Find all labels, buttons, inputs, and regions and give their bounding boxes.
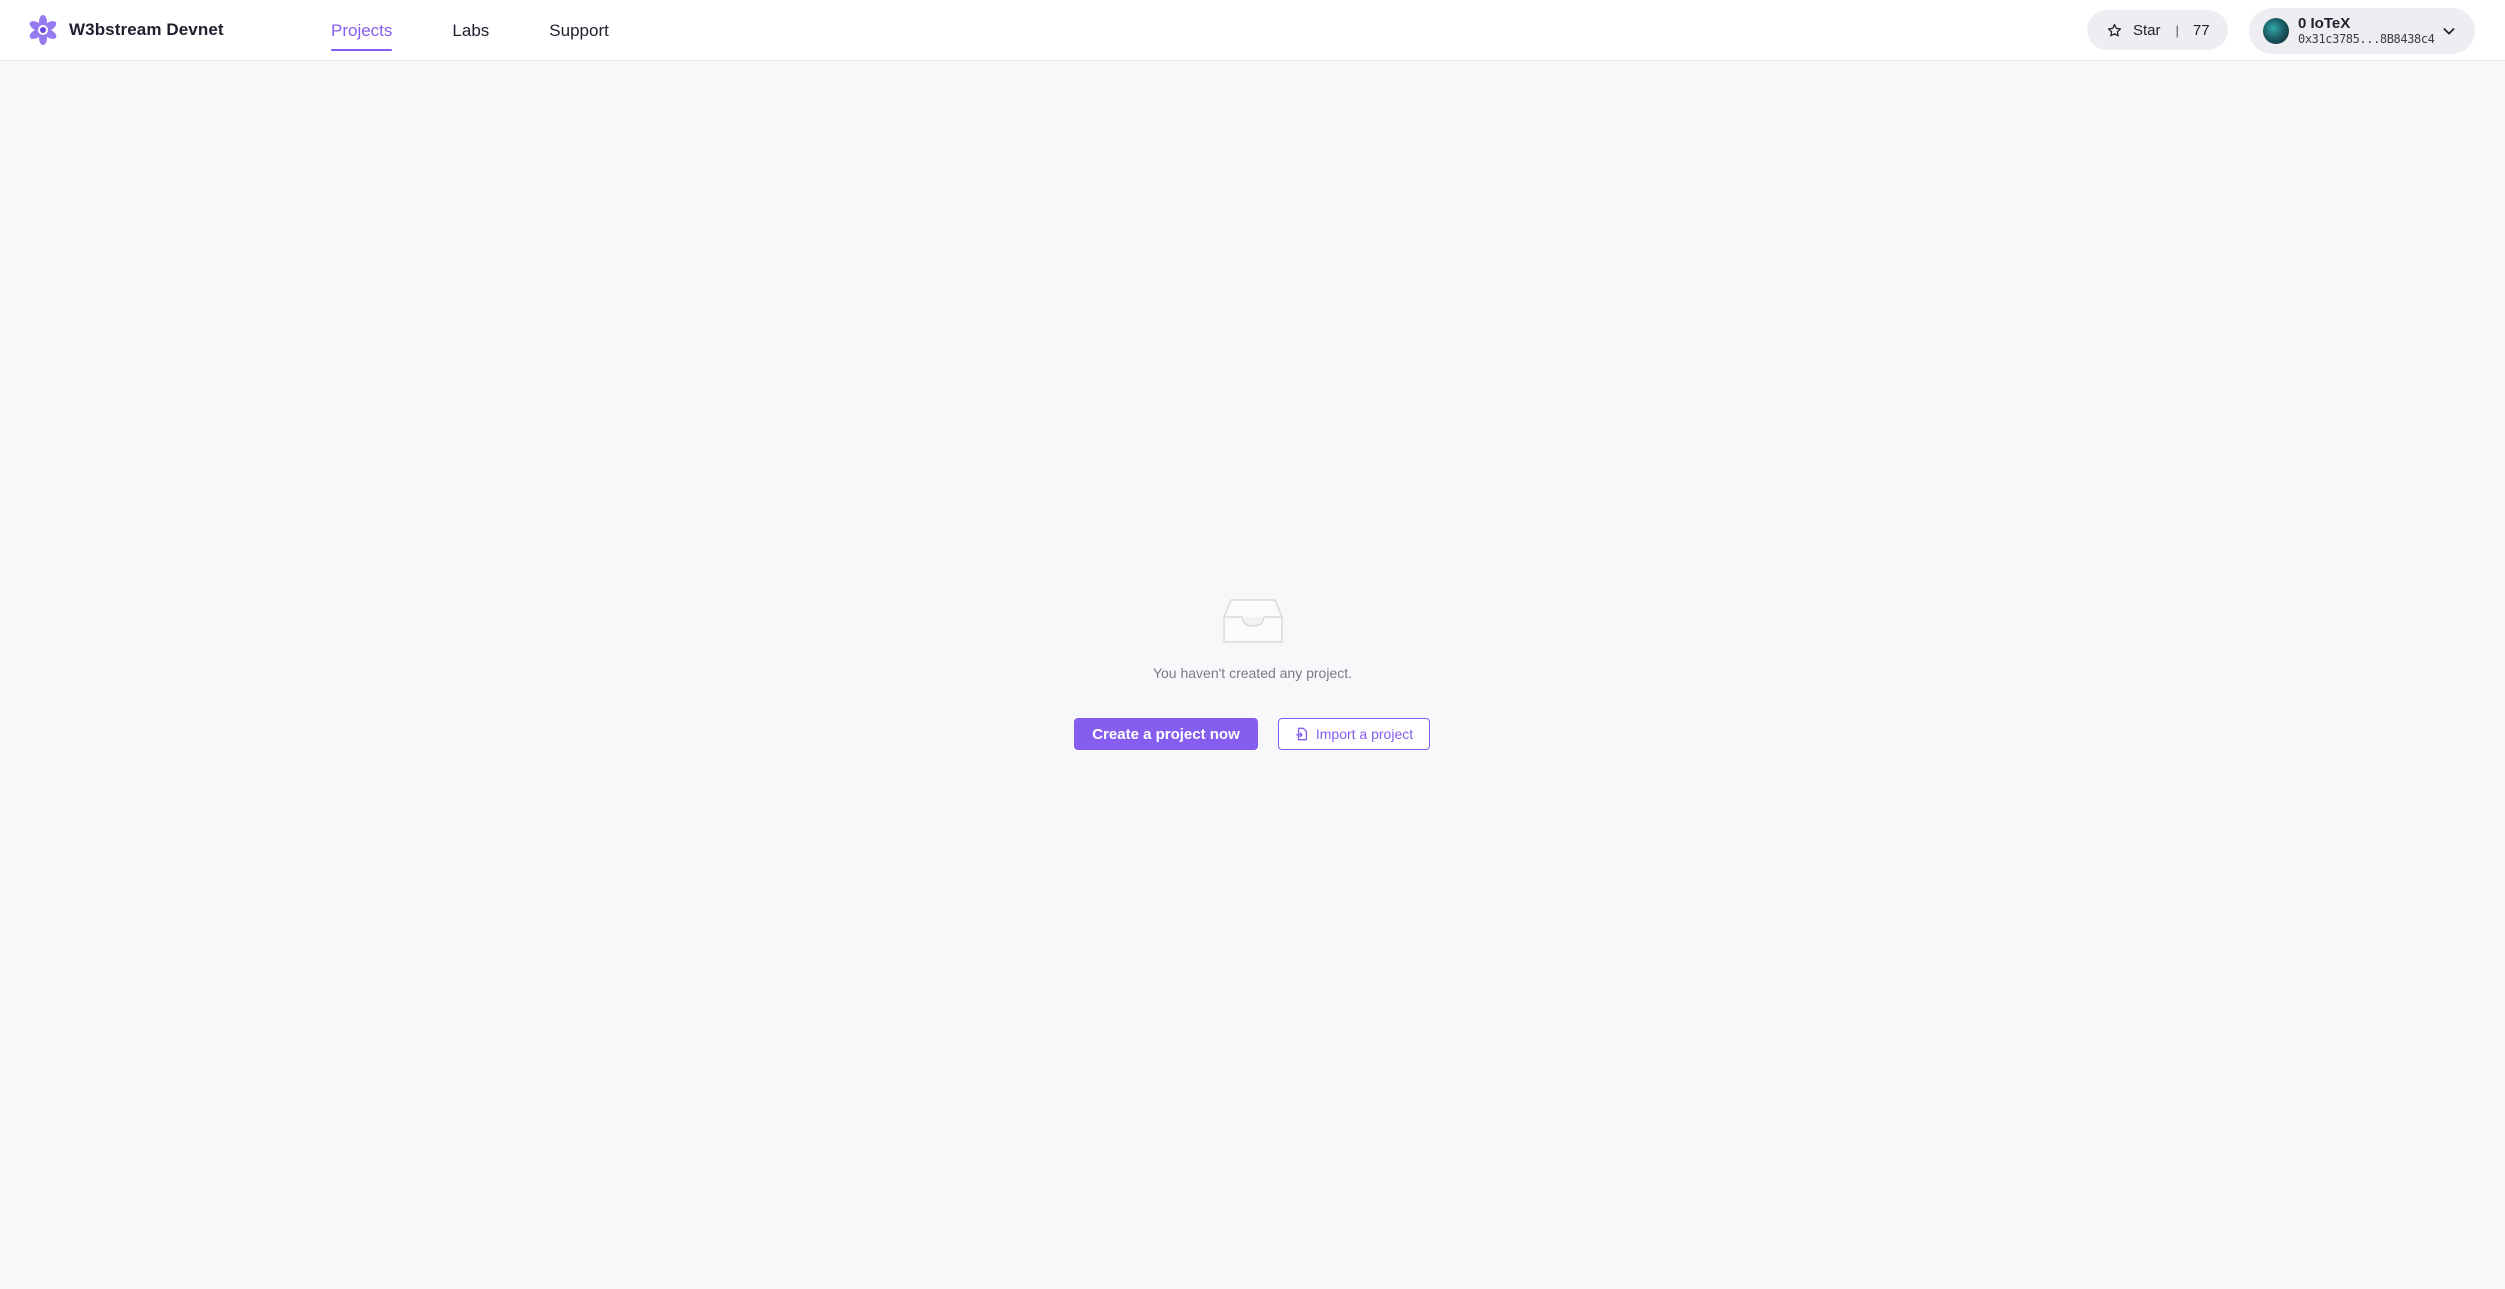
main-nav: Projects Labs Support [331, 0, 669, 61]
empty-inbox-icon [1222, 599, 1283, 643]
star-separator: | [2175, 22, 2179, 38]
w3bstream-logo-icon [29, 15, 57, 45]
nav-item-projects[interactable]: Projects [331, 0, 393, 61]
import-file-icon [1295, 727, 1307, 741]
nav-item-support[interactable]: Support [549, 0, 609, 61]
empty-actions: Create a project now Import a project [1074, 718, 1430, 750]
account-info: 0 IoTeX 0x31c3785...8B8438c4 [2298, 15, 2435, 46]
star-label: Star [2133, 21, 2161, 39]
nav-item-labs[interactable]: Labs [452, 0, 489, 61]
avatar [2263, 18, 2289, 44]
chevron-down-icon[interactable] [2441, 23, 2457, 39]
star-icon [2107, 23, 2122, 36]
import-project-label: Import a project [1315, 726, 1414, 742]
top-header: W3bstream Devnet Projects Labs Support S… [0, 0, 2505, 61]
account-menu[interactable]: 0 IoTeX 0x31c3785...8B8438c4 [2249, 8, 2475, 54]
star-count: 77 [2192, 21, 2210, 39]
create-project-button[interactable]: Create a project now [1074, 718, 1258, 750]
import-project-button[interactable]: Import a project [1278, 718, 1430, 750]
empty-state: You haven't created any project. [0, 597, 2505, 681]
account-address: 0x31c3785...8B8438c4 [2298, 31, 2435, 46]
empty-message: You haven't created any project. [1152, 665, 1353, 681]
github-star-button[interactable]: Star | 77 [2087, 10, 2228, 50]
account-balance: 0 IoTeX [2298, 15, 2351, 33]
brand[interactable]: W3bstream Devnet [27, 14, 224, 46]
brand-name: W3bstream Devnet [69, 20, 224, 39]
